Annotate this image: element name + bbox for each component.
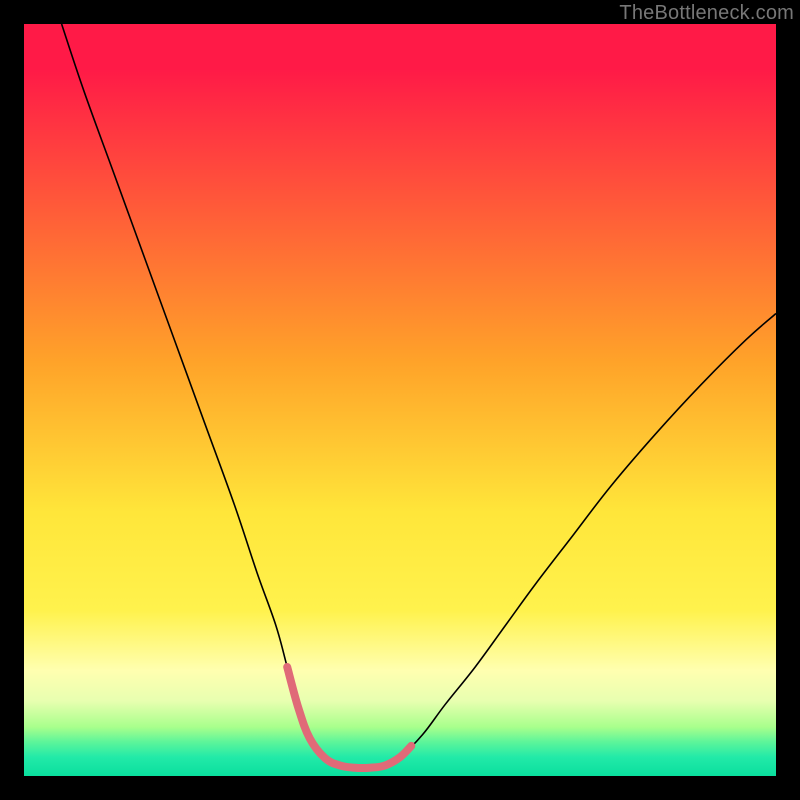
gradient-backdrop [24, 24, 776, 776]
chart-frame [24, 24, 776, 776]
watermark-text: TheBottleneck.com [619, 2, 794, 25]
bottleneck-chart [24, 24, 776, 776]
